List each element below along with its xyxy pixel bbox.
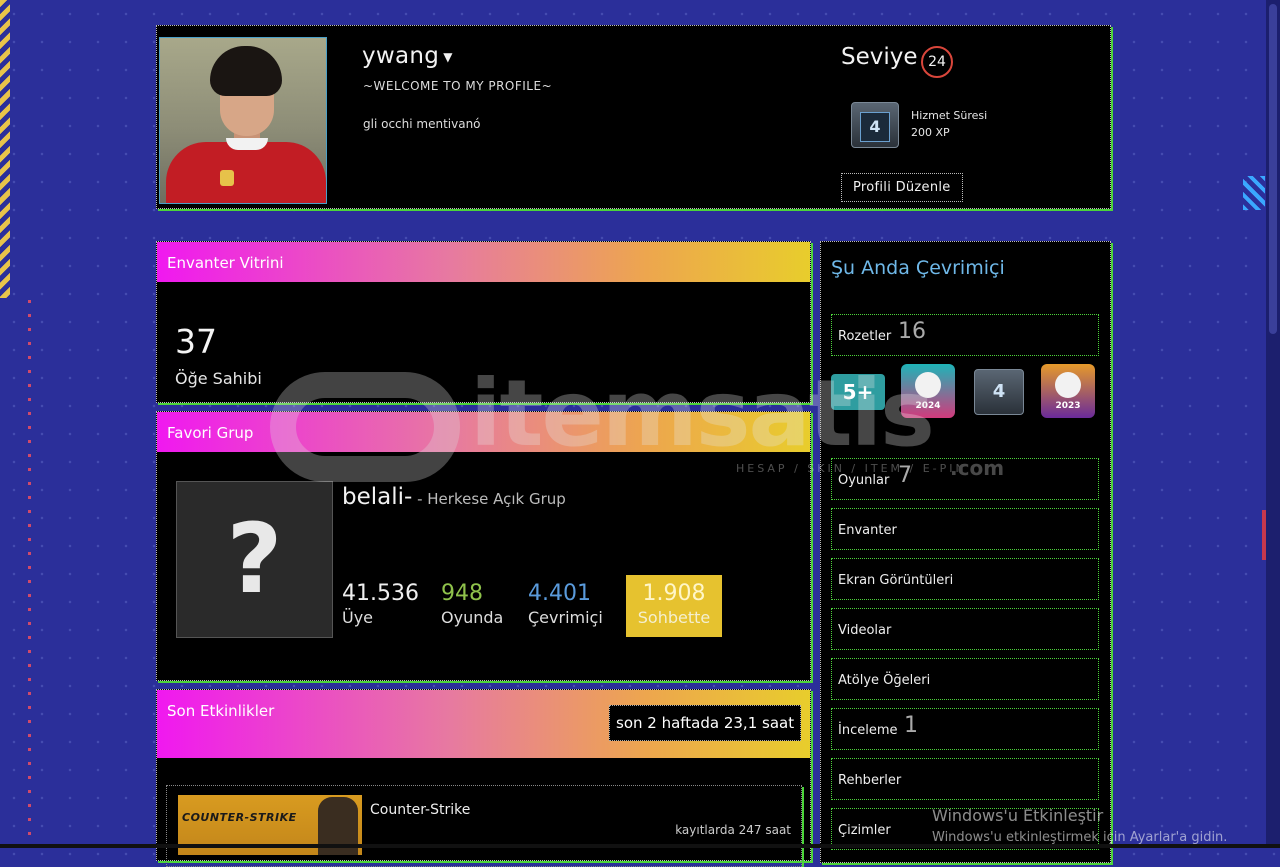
section-header: Favori Grup xyxy=(157,412,810,452)
bottom-edge xyxy=(0,844,1280,848)
group-type: - Herkese Açık Grup xyxy=(412,490,566,508)
decor-stripe xyxy=(0,0,10,298)
inventory-count[interactable]: 37 xyxy=(175,322,217,361)
recent-hours: son 2 haftada 23,1 saat xyxy=(609,705,802,741)
stat-members: 41.536 Üye xyxy=(342,581,419,627)
stat-in-chat-button[interactable]: 1.908 Sohbette xyxy=(626,575,722,637)
link-label: Envanter xyxy=(838,523,897,538)
username: ywang xyxy=(362,43,440,69)
badge-steam-2023-icon[interactable]: 2023 xyxy=(1041,364,1095,418)
avatar-shirt xyxy=(166,142,326,203)
sidebar-link-games[interactable]: Oyunlar 7 xyxy=(831,458,1099,500)
link-label: Rehberler xyxy=(838,773,902,788)
link-label: Çizimler xyxy=(838,823,891,838)
steam-logo-icon xyxy=(1055,372,1081,398)
group-section-title: Favori Grup xyxy=(167,424,254,442)
group-name[interactable]: belali- xyxy=(342,484,412,510)
page-scrollbar[interactable] xyxy=(1266,0,1280,848)
link-label: İnceleme xyxy=(838,723,898,738)
game-capsule-logo: COUNTER-STRIKE xyxy=(182,811,297,824)
stat-in-game: 948 Oyunda xyxy=(441,581,503,627)
xp-value: 200 XP xyxy=(911,126,950,139)
link-label: Videolar xyxy=(838,623,892,638)
sidebar-link-reviews[interactable]: İnceleme 1 xyxy=(831,708,1099,750)
badge-year: 2023 xyxy=(1055,401,1081,411)
link-count: 7 xyxy=(898,463,912,488)
sidebar-link-inventory[interactable]: Envanter xyxy=(831,508,1099,550)
stat-label: Üye xyxy=(342,608,374,627)
group-avatar-icon[interactable]: ? xyxy=(176,481,333,638)
stat-label: Sohbette xyxy=(637,608,711,627)
activity-title: Son Etkinlikler xyxy=(167,702,275,720)
stat-number: 4.401 xyxy=(528,581,591,606)
xp-badge-title: Hizmet Süresi xyxy=(911,109,988,122)
decor-slash xyxy=(1243,176,1265,210)
level-label: Seviye xyxy=(841,44,918,70)
inventory-title: Envanter Vitrini xyxy=(167,254,284,272)
sidebar-link-workshop[interactable]: Atölye Öğeleri xyxy=(831,658,1099,700)
game-name[interactable]: Counter-Strike xyxy=(370,802,470,818)
section-header: Son Etkinlikler son 2 haftada 23,1 saat xyxy=(157,690,810,758)
link-count: 1 xyxy=(904,713,918,738)
favorite-group: Favori Grup ? belali- - Herkese Açık Gru… xyxy=(156,411,811,681)
username-dropdown[interactable]: ywang ▼ xyxy=(362,43,453,69)
scroll-marker xyxy=(1262,510,1266,560)
sidebar-link-guides[interactable]: Rehberler xyxy=(831,758,1099,800)
link-label: Rozetler xyxy=(838,329,892,344)
link-label: Ekran Görüntüleri xyxy=(838,573,954,588)
profile-header: ywang ▼ ~WELCOME TO MY PROFILE~ gli occhi… xyxy=(156,25,1111,209)
stat-online: 4.401 Çevrimiçi xyxy=(528,581,603,627)
stat-label: Oyunda xyxy=(441,608,504,627)
recent-game-card[interactable]: COUNTER-STRIKE Counter-Strike kayıtlarda… xyxy=(166,785,802,867)
badge-years-service-icon[interactable]: 4 xyxy=(974,369,1024,415)
link-count: 16 xyxy=(898,319,926,344)
years-service-badge-icon[interactable]: 4 xyxy=(851,102,899,148)
stat-label: Çevrimiçi xyxy=(528,608,603,627)
section-header: Envanter Vitrini xyxy=(157,242,810,282)
sidebar-link-screenshots[interactable]: Ekran Görüntüleri xyxy=(831,558,1099,600)
badge-year: 2024 xyxy=(915,401,941,411)
link-label: Atölye Öğeleri xyxy=(838,673,931,688)
profile-summary: gli occhi mentivanó xyxy=(363,117,481,131)
stat-number: 948 xyxy=(441,581,483,606)
decor-dots xyxy=(28,300,31,848)
badge-games-icon[interactable]: 5+ xyxy=(831,374,885,410)
profile-welcome: ~WELCOME TO MY PROFILE~ xyxy=(363,79,553,93)
badge-steam-2024-icon[interactable]: 2024 xyxy=(901,364,955,418)
avatar-hair xyxy=(210,46,282,96)
sidebar-link-badges[interactable]: Rozetler 16 xyxy=(831,314,1099,356)
sidebar-link-videos[interactable]: Videolar xyxy=(831,608,1099,650)
xp-badge-number: 4 xyxy=(860,111,890,142)
scrollbar-thumb[interactable] xyxy=(1269,4,1277,334)
profile-sidebar: Şu Anda Çevrimiçi Rozetler 16 5+ 2024 4 … xyxy=(820,241,1111,863)
level-badge[interactable]: 24 xyxy=(921,46,953,78)
recent-activity: Son Etkinlikler son 2 haftada 23,1 saat … xyxy=(156,689,811,867)
inventory-count-label: Öğe Sahibi xyxy=(175,369,262,388)
inventory-showcase: Envanter Vitrini 37 Öğe Sahibi xyxy=(156,241,811,403)
windows-activation-title: Windows'u Etkinleştir xyxy=(932,806,1104,825)
avatar-collar xyxy=(226,138,268,150)
online-status: Şu Anda Çevrimiçi xyxy=(831,257,1005,279)
stat-number: 41.536 xyxy=(342,581,419,606)
caret-down-icon: ▼ xyxy=(443,49,453,64)
game-hours: kayıtlarda 247 saat xyxy=(675,823,791,837)
badge-list: 5+ 2024 4 2023 xyxy=(831,364,1101,420)
windows-activation-body: Windows'u etkinleştirmek için Ayarlar'a … xyxy=(932,830,1228,845)
profile-avatar[interactable] xyxy=(159,37,327,204)
link-label: Oyunlar xyxy=(838,473,890,488)
group-name-line[interactable]: belali- - Herkese Açık Grup xyxy=(342,484,566,510)
stat-number: 1.908 xyxy=(642,581,706,606)
steam-logo-icon xyxy=(915,372,941,398)
avatar-crest xyxy=(220,170,234,186)
edit-profile-button[interactable]: Profili Düzenle xyxy=(841,173,963,202)
